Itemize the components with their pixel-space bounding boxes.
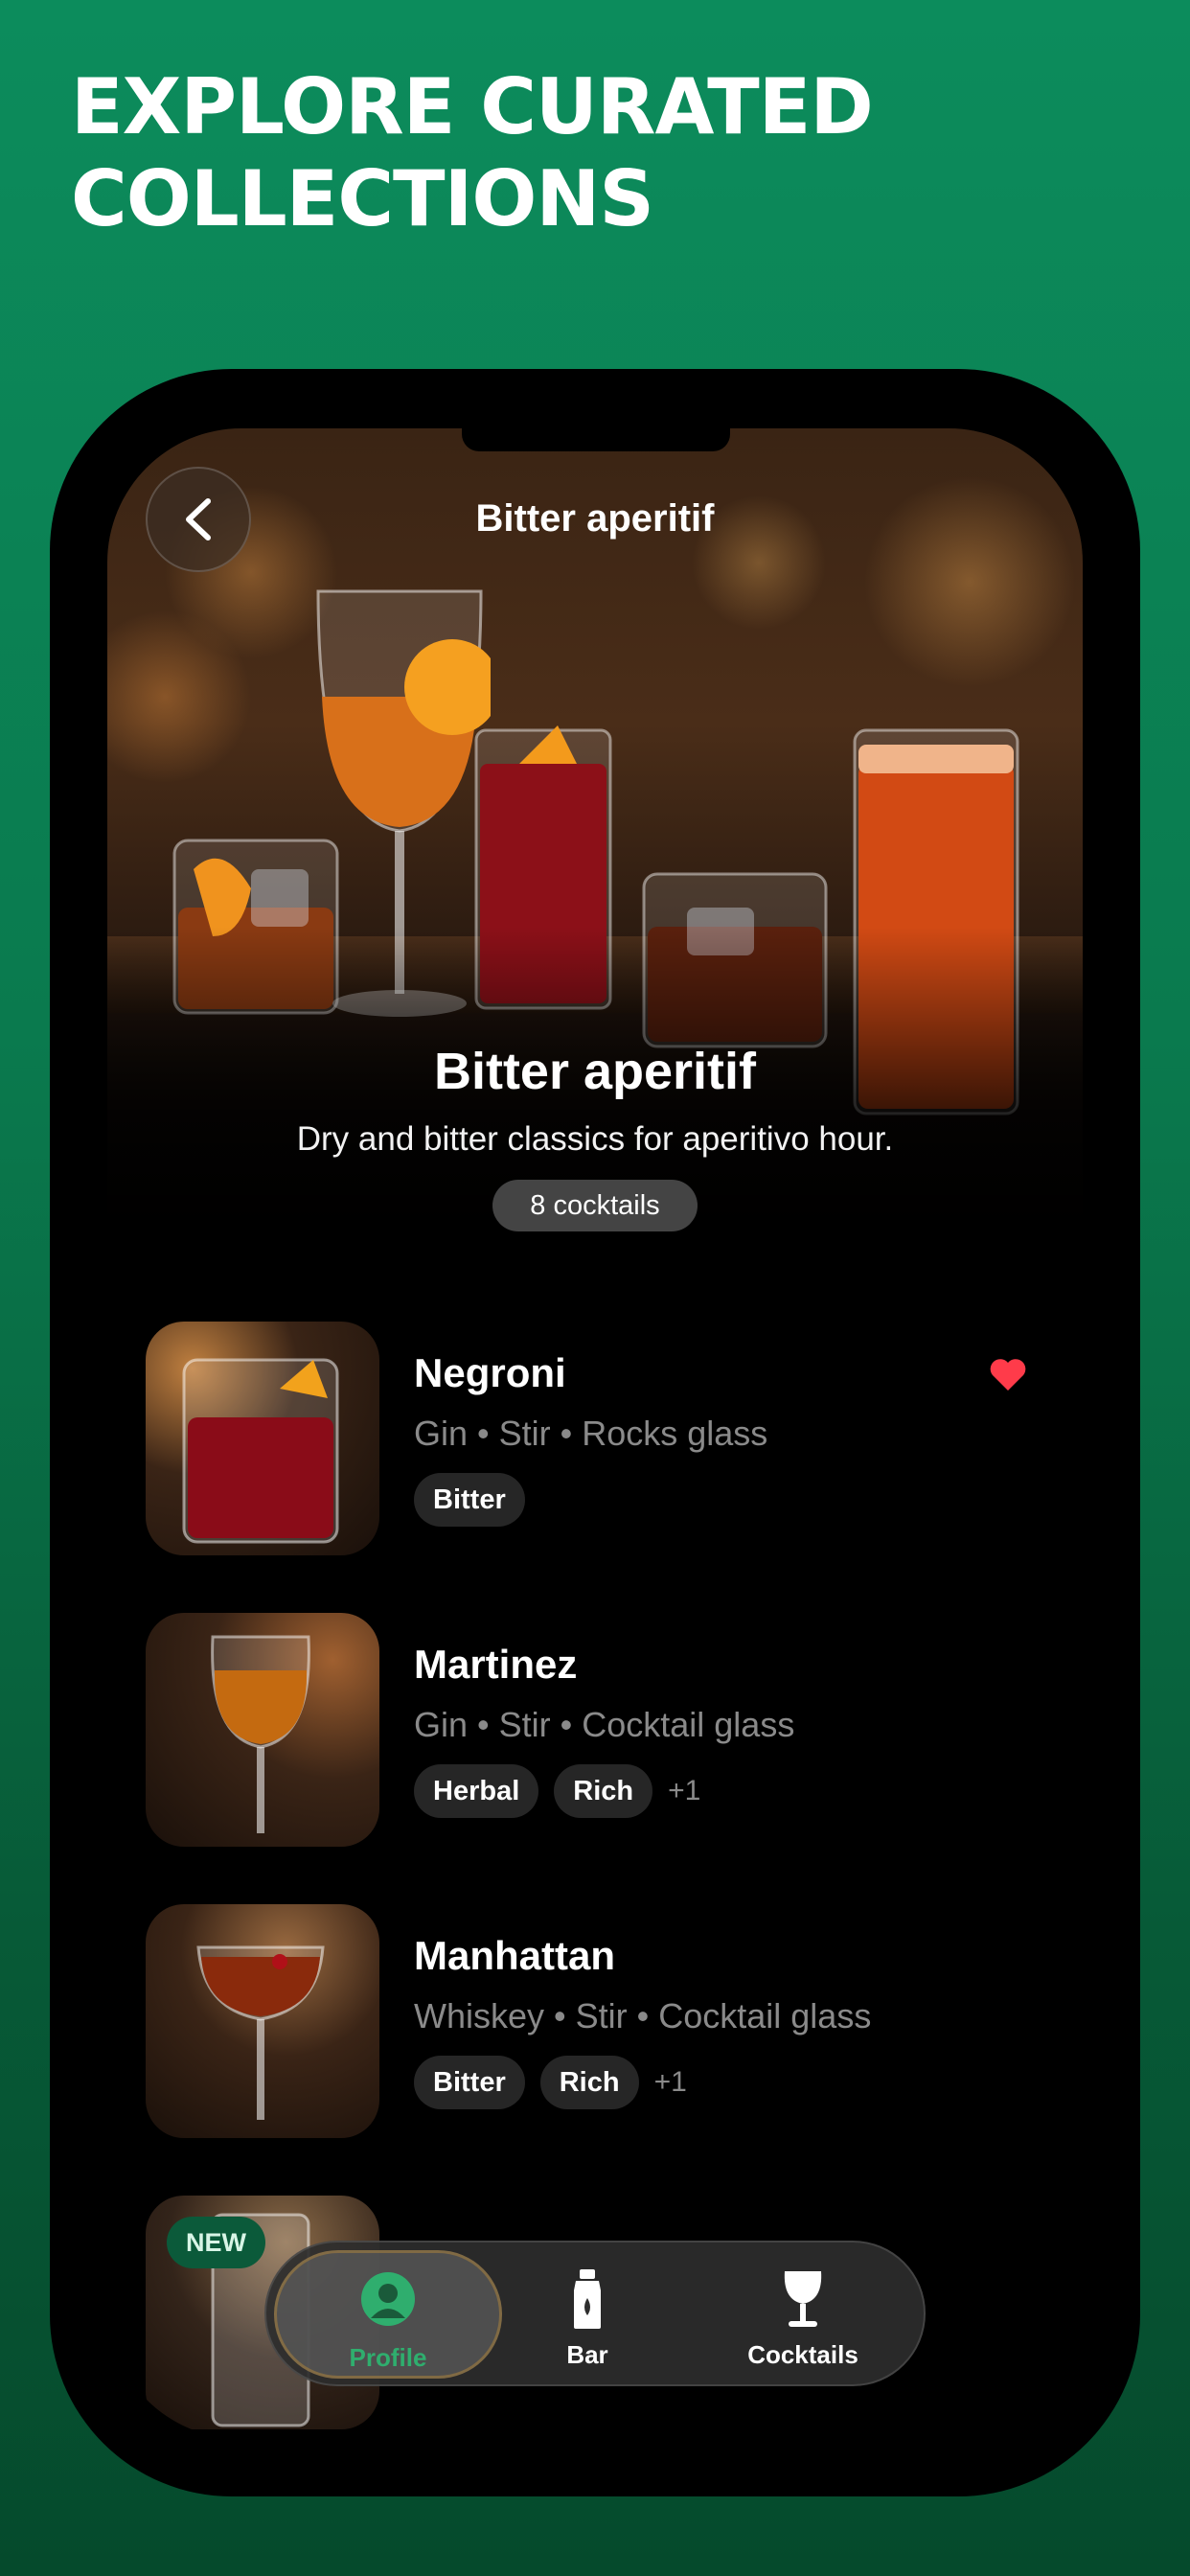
tab-label: Profile [349,2343,427,2372]
tab-profile[interactable]: Profile [274,2250,502,2379]
cocktail-item-martinez[interactable]: Martinez Gin • Stir • Cocktail glass Her… [146,1613,1046,1847]
tab-cocktails[interactable]: Cocktails [688,2250,918,2379]
tab-bar[interactable]: Bar [506,2250,669,2379]
tag-list: Herbal Rich +1 [414,1764,700,1818]
tag-list: Bitter [414,1473,540,1527]
negroni-glass-illustration [182,1358,339,1544]
headline-line-1: EXPLORE CURATED [71,62,874,151]
wine-glass-icon [784,2271,822,2327]
cocktail-thumbnail [146,1322,379,1555]
heart-icon[interactable] [989,1358,1027,1392]
cocktail-meta: Whiskey • Stir • Cocktail glass [414,1996,872,2036]
cocktail-name: Manhattan [414,1933,615,1978]
tag-chip: Bitter [414,1473,525,1527]
headline: EXPLORE CURATED COLLECTIONS [71,61,874,245]
cocktail-name: Martinez [414,1642,578,1687]
more-tags-count: +1 [653,2066,687,2098]
martinez-glass-illustration [211,1635,310,1833]
tag-chip: Herbal [414,1764,539,1818]
notch [462,428,730,451]
tab-bar: Profile Bar Cocktails [264,2241,926,2386]
cocktail-thumbnail [146,1613,379,1847]
tab-label: Cocktails [747,2340,858,2369]
collection-title: Bitter aperitif [433,1043,757,1100]
cocktail-meta: Gin • Stir • Cocktail glass [414,1705,795,1744]
nav-title: Bitter aperitif [475,497,715,540]
phone-frame: Bitter aperitif Bitter aperitif Dry and … [50,369,1140,2496]
cocktail-name: Negroni [414,1350,566,1395]
cocktail-item-manhattan[interactable]: Manhattan Whiskey • Stir • Cocktail glas… [146,1904,1046,2138]
tag-chip: Rich [539,2056,639,2109]
cocktail-count-badge: 8 cocktails [492,1180,698,1231]
tag-chip: Bitter [414,2056,525,2109]
tab-label: Bar [566,2340,608,2369]
more-tags-count: +1 [668,1775,701,1806]
profile-icon [361,2272,415,2326]
collection-subtitle: Dry and bitter classics for aperitivo ho… [296,1120,894,1158]
cocktail-item-negroni[interactable]: Negroni Gin • Stir • Rocks glass Bitter [146,1322,1046,1555]
cocktail-meta: Gin • Stir • Rocks glass [414,1414,768,1453]
phone-screen: Bitter aperitif Bitter aperitif Dry and … [107,428,1083,2439]
cocktail-thumbnail [146,1904,379,2138]
tag-chip: Rich [554,1764,653,1818]
bottle-icon [574,2269,601,2329]
headline-line-2: COLLECTIONS [71,154,654,243]
new-badge: NEW [167,2217,265,2268]
manhattan-glass-illustration [196,1945,325,2120]
tag-list: Bitter Rich +1 [414,2056,687,2109]
